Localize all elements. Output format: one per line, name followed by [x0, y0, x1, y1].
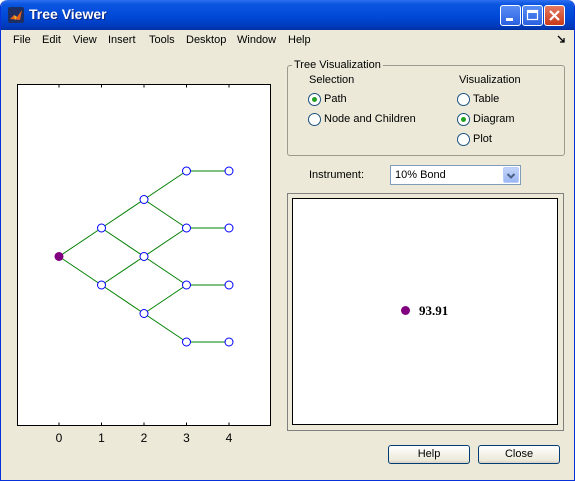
tree-edge — [143, 199, 187, 229]
tree-edge — [143, 170, 187, 200]
radio-table[interactable] — [457, 93, 470, 106]
tree-node — [97, 280, 106, 290]
tree-node — [182, 337, 191, 347]
radio-plot-label: Plot — [473, 133, 492, 145]
radio-path[interactable] — [308, 93, 321, 106]
tree-edge — [101, 284, 145, 314]
help-button[interactable]: Help — [388, 445, 470, 464]
dropdown-button[interactable] — [503, 167, 519, 183]
tree-edge — [143, 313, 187, 343]
instrument-dropdown[interactable]: 10% Bond — [390, 165, 521, 185]
radio-node-and-children-label: Node and Children — [324, 113, 416, 125]
radio-node-and-children[interactable] — [308, 113, 321, 126]
close-button[interactable]: Close — [478, 445, 560, 464]
tree-node — [97, 223, 106, 233]
tree-viewer-window: Tree Viewer File Edit View Insert Tools … — [0, 0, 575, 481]
chevron-down-icon — [506, 173, 516, 179]
tree-edge — [143, 227, 187, 257]
node-value: 93.91 — [419, 303, 449, 318]
x-tick-label: 3 — [183, 431, 190, 445]
radio-plot[interactable] — [457, 133, 470, 146]
group-title: Tree Visualization — [292, 59, 383, 71]
x-tick-label: 4 — [226, 431, 233, 445]
selection-label: Selection — [309, 74, 355, 86]
radio-path-label: Path — [324, 93, 347, 105]
visualization-label: Visualization — [459, 74, 521, 86]
tree-node — [224, 280, 234, 290]
tree-edge — [101, 199, 145, 229]
tree-edge — [143, 284, 187, 314]
tree-node — [182, 223, 191, 233]
instrument-label: Instrument: — [309, 169, 365, 181]
x-tick-label: 2 — [141, 431, 148, 445]
radio-diagram[interactable] — [457, 113, 470, 126]
tree-node — [139, 195, 149, 204]
x-tick-label: 1 — [98, 431, 105, 445]
tree-edge — [58, 256, 102, 286]
tree-edge — [143, 256, 187, 286]
tree-edge — [101, 227, 145, 257]
tree-root-node — [54, 252, 64, 261]
radio-table-label: Table — [473, 93, 500, 105]
tree-node — [182, 280, 191, 290]
x-tick-label: 0 — [56, 431, 63, 445]
tree-node — [224, 166, 234, 176]
tree-node — [139, 309, 149, 318]
radio-diagram-label: Diagram — [473, 113, 515, 125]
tree-node — [224, 223, 234, 233]
node-marker-icon — [401, 306, 410, 315]
instrument-value: 10% Bond — [395, 169, 446, 181]
tree-edge — [58, 227, 102, 257]
tree-node — [224, 337, 234, 347]
tree-node — [139, 252, 149, 261]
tree-edge — [101, 256, 145, 286]
tree-node — [182, 166, 191, 176]
